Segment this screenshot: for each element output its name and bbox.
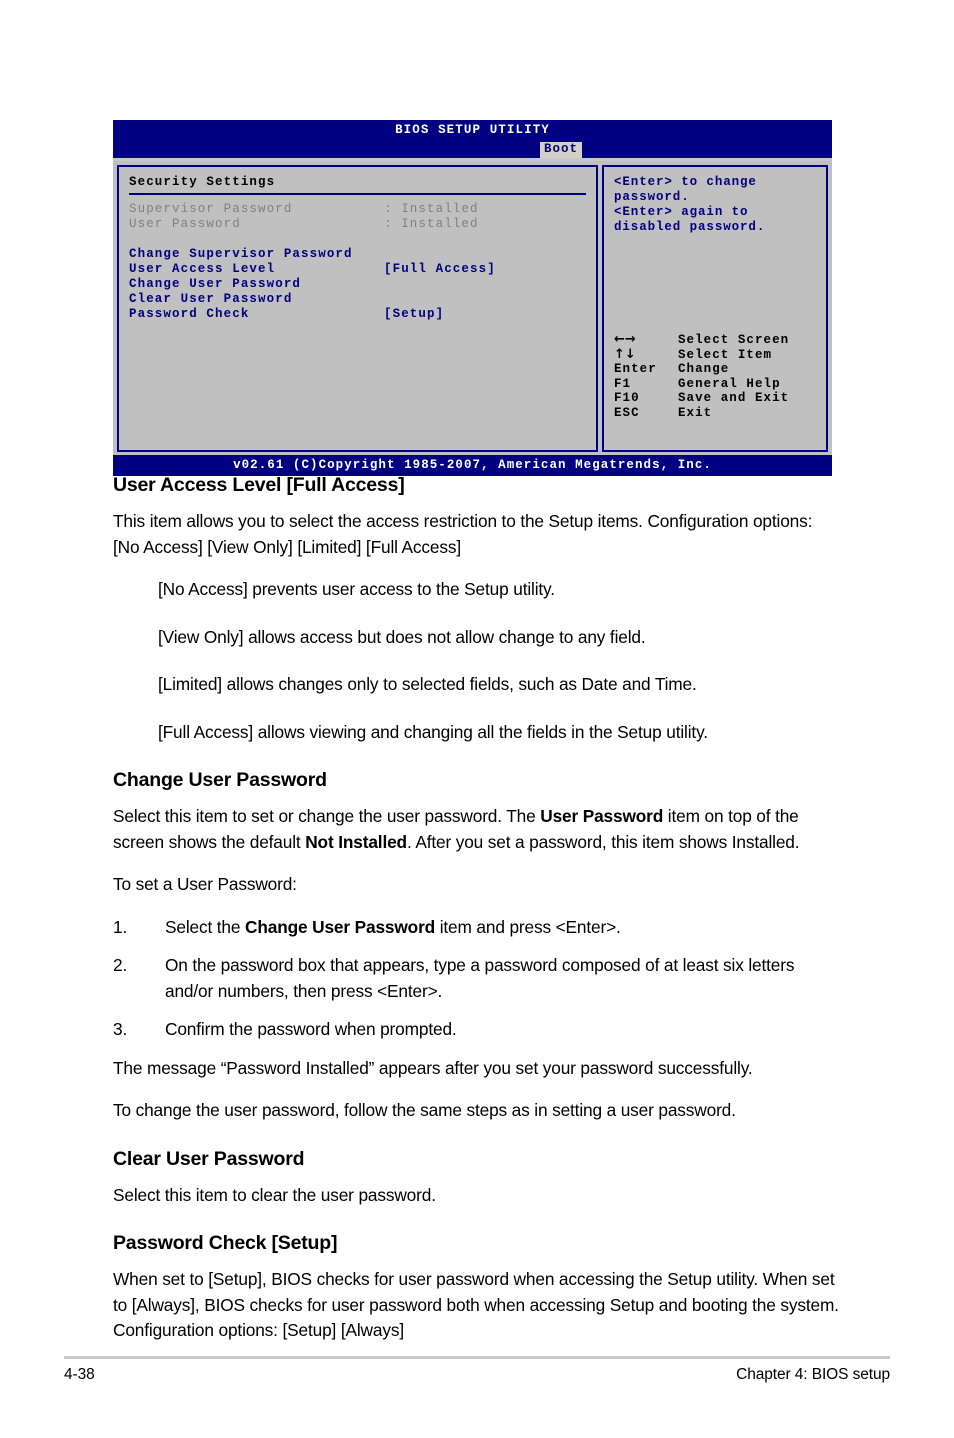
menu-item-change-supervisor-password[interactable]: Change Supervisor Password: [129, 247, 586, 262]
bios-titlebar: BIOS SETUP UTILITY: [113, 120, 832, 142]
menu-label: Change Supervisor Password: [129, 247, 353, 261]
list-item: 1. Select the Change User Password item …: [113, 915, 843, 941]
chapter-label: Chapter 4: BIOS setup: [736, 1366, 890, 1383]
legend-row-select-screen: ←→ Select Screen: [614, 332, 820, 348]
menu-label: Password Check: [129, 307, 250, 321]
menu-value: [Full Access]: [384, 262, 496, 276]
menu-label: Change User Password: [129, 277, 302, 291]
page-footer: 4-38 Chapter 4: BIOS setup: [64, 1366, 890, 1384]
list-text: Select the Change User Password item and…: [165, 915, 843, 941]
menu-item-user-access-level[interactable]: User Access Level [Full Access]: [129, 262, 586, 277]
menu-value: [Setup]: [384, 307, 445, 321]
list-item: 2. On the password box that appears, typ…: [113, 953, 843, 1004]
user-password-value: : Installed: [384, 217, 479, 231]
text-run: Select the: [165, 916, 246, 937]
legend-row-f10: F10 Save and Exit: [614, 391, 820, 406]
legend-label: Save and Exit: [678, 391, 790, 405]
legend-label: General Help: [678, 376, 781, 391]
paragraph-clear-user-password: Select this item to clear the user passw…: [113, 1184, 436, 1205]
key-legend: ←→ Select Screen ↑↓ Select Item Enter Ch…: [614, 332, 820, 421]
footer-divider: [64, 1356, 890, 1359]
paragraph-no-access: [No Access] prevents user access to the …: [158, 579, 555, 599]
paragraph-password-check: When set to [Setup], BIOS checks for use…: [113, 1269, 839, 1340]
bios-main-panel: Security Settings Supervisor Password : …: [117, 165, 598, 452]
bios-utility-title: BIOS SETUP UTILITY: [395, 123, 550, 137]
page-number: 4-38: [64, 1366, 95, 1383]
legend-row-enter: Enter Change: [614, 362, 820, 377]
menu-label: Clear User Password: [129, 292, 293, 306]
legend-label: Change: [678, 362, 730, 376]
paragraph-view-only: [View Only] allows access but does not a…: [158, 626, 646, 647]
list-number: 3.: [113, 1019, 128, 1039]
legend-row-f1: F1 General Help: [614, 377, 820, 392]
menu-label: User Access Level: [129, 262, 276, 276]
user-password-label: User Password: [129, 217, 241, 231]
menu-item-password-check[interactable]: Password Check [Setup]: [129, 307, 586, 322]
legend-key: ESC: [614, 405, 640, 420]
paragraph-to-set-password: To set a User Password:: [113, 874, 297, 894]
heading-clear-user-password: Clear User Password: [113, 1147, 305, 1170]
legend-key: Enter: [614, 362, 657, 376]
legend-row-select-item: ↑↓ Select Item: [614, 346, 820, 363]
text-run: Select this item to set or change the us…: [113, 806, 541, 826]
tab-boot[interactable]: Boot: [540, 142, 583, 158]
supervisor-password-value: : Installed: [384, 202, 479, 216]
list-item: 3. Confirm the password when prompted.: [113, 1017, 843, 1043]
paragraph-password-installed-message: The message “Password Installed” appears…: [113, 1057, 753, 1078]
bold-not-installed: Not Installed: [305, 831, 407, 852]
list-text: Confirm the password when prompted.: [165, 1019, 457, 1039]
up-down-arrow-icon: ↑↓: [614, 346, 636, 362]
heading-password-check: Password Check [Setup]: [113, 1232, 338, 1254]
help-description: <Enter> to change password. <Enter> agai…: [614, 175, 766, 234]
list-number: 2.: [113, 955, 128, 975]
row-user-password: User Password : Installed: [129, 217, 586, 232]
list-number: 1.: [113, 916, 128, 937]
legend-key: F10: [614, 391, 640, 405]
legend-label: Exit: [678, 405, 713, 420]
document-body: User Access Level [Full Access] This ite…: [113, 474, 843, 1361]
bios-help-panel: <Enter> to change password. <Enter> agai…: [602, 165, 828, 452]
paragraph-to-change-password: To change the user password, follow the …: [113, 1100, 736, 1120]
bios-body: Security Settings Supervisor Password : …: [113, 158, 832, 455]
paragraph-change-user-password: Select this item to set or change the us…: [113, 804, 843, 855]
bold-user-password: User Password: [540, 806, 664, 826]
text-run: . After you set a password, this item sh…: [406, 831, 800, 852]
list-text: On the password box that appears, type a…: [165, 955, 795, 1001]
heading-change-user-password: Change User Password: [113, 769, 327, 791]
heading-user-access-level: User Access Level [Full Access]: [113, 474, 405, 496]
bios-copyright-bar: v02.61 (C)Copyright 1985-2007, American …: [113, 455, 832, 476]
bios-tab-row: Boot: [113, 142, 832, 158]
paragraph-user-access-level: This item allows you to select the acces…: [113, 511, 813, 557]
left-right-arrow-icon: ←→: [614, 332, 636, 347]
menu-item-clear-user-password[interactable]: Clear User Password: [129, 292, 586, 307]
legend-row-esc: ESC Exit: [614, 406, 820, 421]
paragraph-full-access: [Full Access] allows viewing and changin…: [158, 721, 708, 742]
security-settings-heading: Security Settings: [129, 175, 586, 195]
legend-key: F1: [614, 376, 632, 391]
menu-item-change-user-password[interactable]: Change User Password: [129, 277, 586, 292]
legend-label: Select Screen: [678, 333, 790, 347]
bold-change-user-password: Change User Password: [245, 916, 436, 937]
bios-setup-screenshot: BIOS SETUP UTILITY Boot Security Setting…: [113, 120, 832, 476]
text-run: item and press <Enter>.: [435, 916, 621, 937]
supervisor-password-label: Supervisor Password: [129, 202, 293, 216]
row-supervisor-password: Supervisor Password : Installed: [129, 202, 586, 217]
paragraph-limited: [Limited] allows changes only to selecte…: [158, 674, 697, 694]
legend-label: Select Item: [678, 347, 773, 362]
